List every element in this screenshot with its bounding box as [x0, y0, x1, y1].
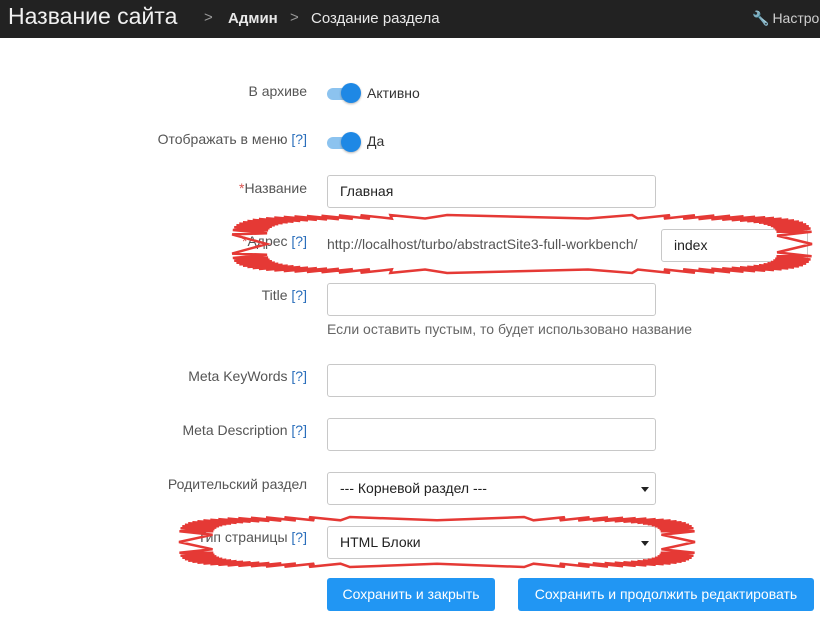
help-link[interactable]: [?]	[291, 422, 307, 438]
help-link[interactable]: [?]	[291, 287, 307, 303]
address-input[interactable]: index	[661, 229, 808, 262]
address-prefix: http://localhost/turbo/abstractSite3-ful…	[327, 236, 638, 252]
help-link[interactable]: [?]	[291, 233, 307, 249]
page-type-value: HTML Блоки	[340, 534, 421, 550]
show-in-menu-label: Отображать в меню [?]	[157, 131, 307, 147]
title-label: Title [?]	[261, 287, 307, 303]
meta-description-input[interactable]	[327, 418, 656, 451]
parent-section-select[interactable]: --- Корневой раздел ---	[327, 472, 656, 505]
name-label: *Название	[238, 180, 307, 196]
wrench-icon: 🔧	[752, 10, 770, 26]
meta-description-label: Meta Description [?]	[182, 422, 307, 438]
archive-toggle-text: Активно	[367, 85, 420, 101]
breadcrumb-separator: >	[204, 9, 213, 26]
title-input[interactable]	[327, 283, 656, 316]
help-link[interactable]: [?]	[291, 131, 307, 147]
save-and-continue-button[interactable]: Сохранить и продолжить редактировать	[518, 578, 814, 611]
address-label: *Адрес [?]	[241, 233, 307, 249]
show-in-menu-toggle[interactable]	[327, 131, 361, 153]
archive-toggle[interactable]	[327, 82, 361, 104]
meta-keywords-input[interactable]	[327, 364, 656, 397]
help-link[interactable]: [?]	[291, 368, 307, 384]
breadcrumb-admin[interactable]: Админ	[228, 10, 278, 27]
meta-keywords-label: Meta KeyWords [?]	[188, 368, 307, 384]
show-in-menu-toggle-text: Да	[367, 133, 385, 149]
settings-link[interactable]: 🔧 Настро	[752, 10, 819, 27]
page-type-label: Тип страницы [?]	[197, 529, 307, 545]
save-and-close-button[interactable]: Сохранить и закрыть	[327, 578, 495, 611]
breadcrumb-separator: >	[290, 9, 299, 26]
archive-label: В архиве	[248, 83, 307, 99]
settings-label: Настро	[772, 10, 820, 26]
help-link[interactable]: [?]	[291, 529, 307, 545]
name-input[interactable]: Главная	[327, 175, 656, 208]
breadcrumb-current: Создание раздела	[311, 10, 440, 27]
site-title[interactable]: Название сайта	[8, 3, 177, 30]
parent-section-label: Родительский раздел	[167, 476, 307, 492]
parent-section-value: --- Корневой раздел ---	[340, 480, 487, 496]
caret-down-icon	[641, 487, 649, 492]
page-type-select[interactable]: HTML Блоки	[327, 526, 656, 559]
caret-down-icon	[641, 541, 649, 546]
top-navbar: Название сайта > Админ > Создание раздел…	[0, 0, 820, 38]
title-hint: Если оставить пустым, то будет использов…	[327, 321, 693, 337]
